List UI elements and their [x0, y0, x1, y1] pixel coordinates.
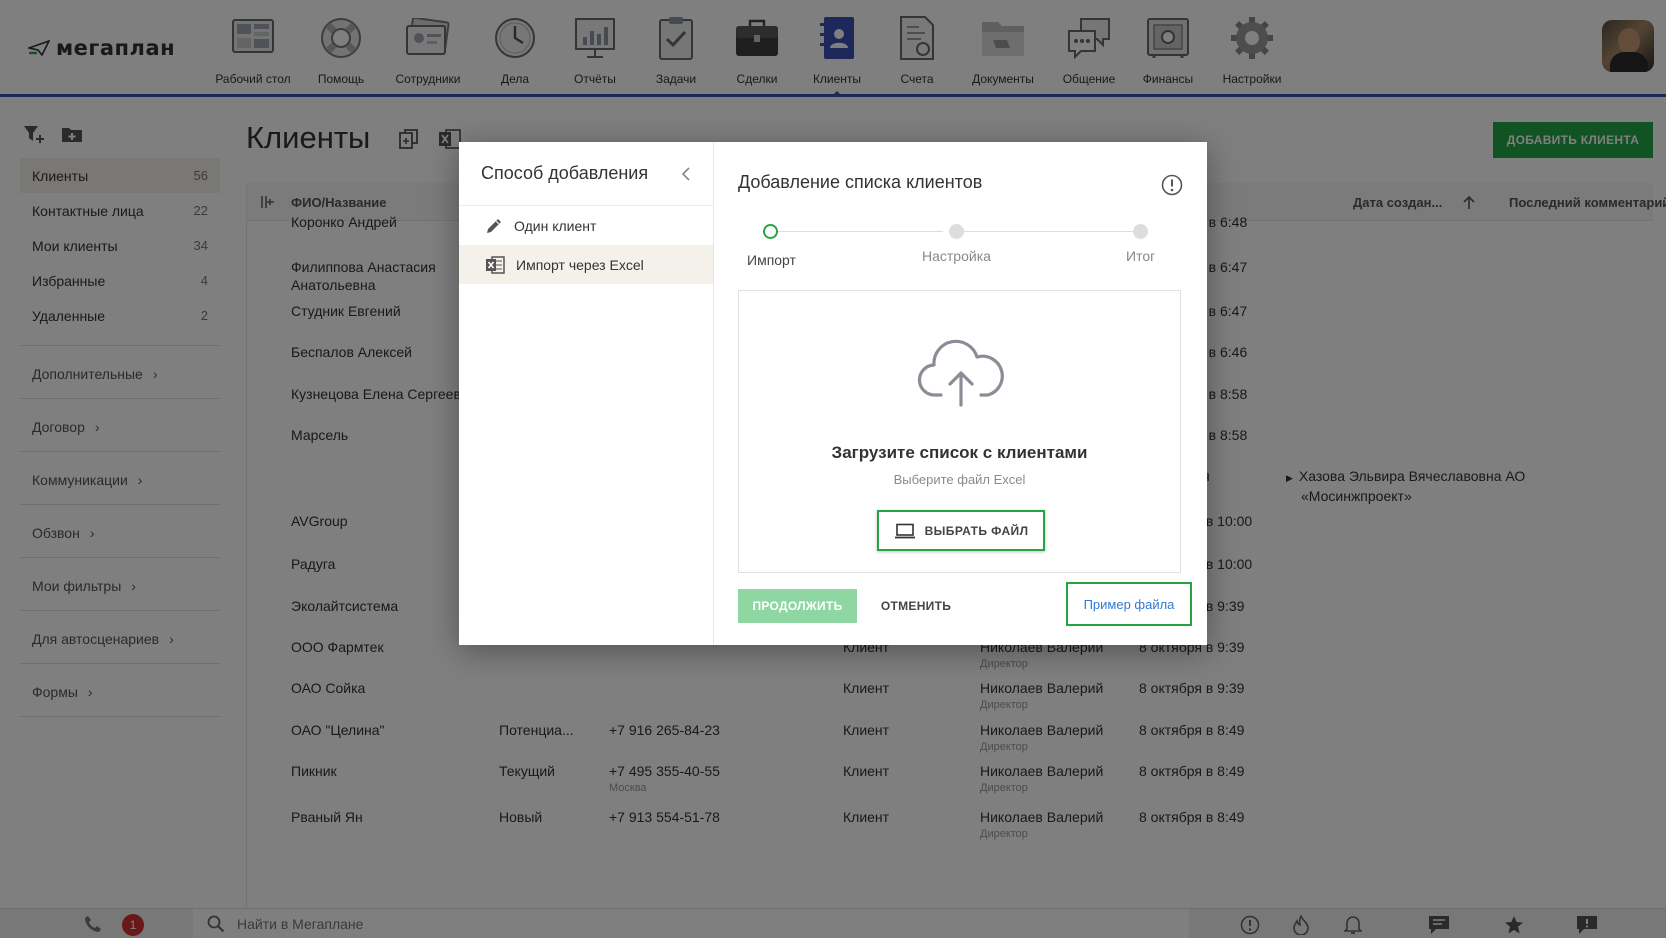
continue-button[interactable]: ПРОДОЛЖИТЬ — [738, 589, 857, 623]
modal-title: Добавление списка клиентов — [738, 172, 983, 192]
step-connector — [963, 231, 1133, 232]
add-method-header: Способ добавления — [459, 142, 713, 206]
add-clients-modal: Способ добавления Один клиент Импорт чер… — [459, 142, 1207, 645]
step-dot-import — [763, 224, 778, 239]
choose-file-label: ВЫБРАТЬ ФАЙЛ — [924, 523, 1029, 538]
step-connector — [778, 231, 943, 232]
option-excel-import[interactable]: Импорт через Excel — [459, 245, 713, 284]
file-dropzone[interactable]: Загрузите список с клиентами Выберите фа… — [738, 290, 1181, 573]
upload-title: Загрузите список с клиентами — [831, 443, 1088, 462]
excel-icon — [486, 255, 505, 274]
step-dot-settings — [949, 224, 964, 239]
sample-file-link[interactable]: Пример файла — [1066, 582, 1192, 626]
cancel-button[interactable]: ОТМЕНИТЬ — [866, 589, 966, 623]
add-method-title: Способ добавления — [481, 163, 649, 183]
choose-file-button[interactable]: ВЫБРАТЬ ФАЙЛ — [877, 510, 1045, 551]
step-label-import: Импорт — [747, 252, 796, 268]
option-label: Один клиент — [514, 217, 597, 234]
import-stepper: Импорт Настройка Итог — [738, 220, 1183, 270]
laptop-icon — [894, 523, 915, 538]
step-label-settings: Настройка — [922, 248, 991, 264]
chevron-left-icon[interactable] — [681, 166, 691, 181]
pencil-icon — [487, 218, 501, 233]
step-label-result: Итог — [1126, 248, 1156, 264]
step-dot-result — [1133, 224, 1148, 239]
upload-subtitle: Выберите файл Excel — [893, 472, 1026, 487]
option-label: Импорт через Excel — [516, 256, 644, 273]
option-single-client[interactable]: Один клиент — [459, 206, 713, 245]
cloud-upload-icon — [917, 339, 1004, 407]
info-icon[interactable] — [1161, 174, 1183, 196]
add-method-panel: Способ добавления Один клиент Импорт чер… — [459, 142, 714, 645]
import-panel: Добавление списка клиентов Импорт Настро… — [714, 142, 1207, 645]
